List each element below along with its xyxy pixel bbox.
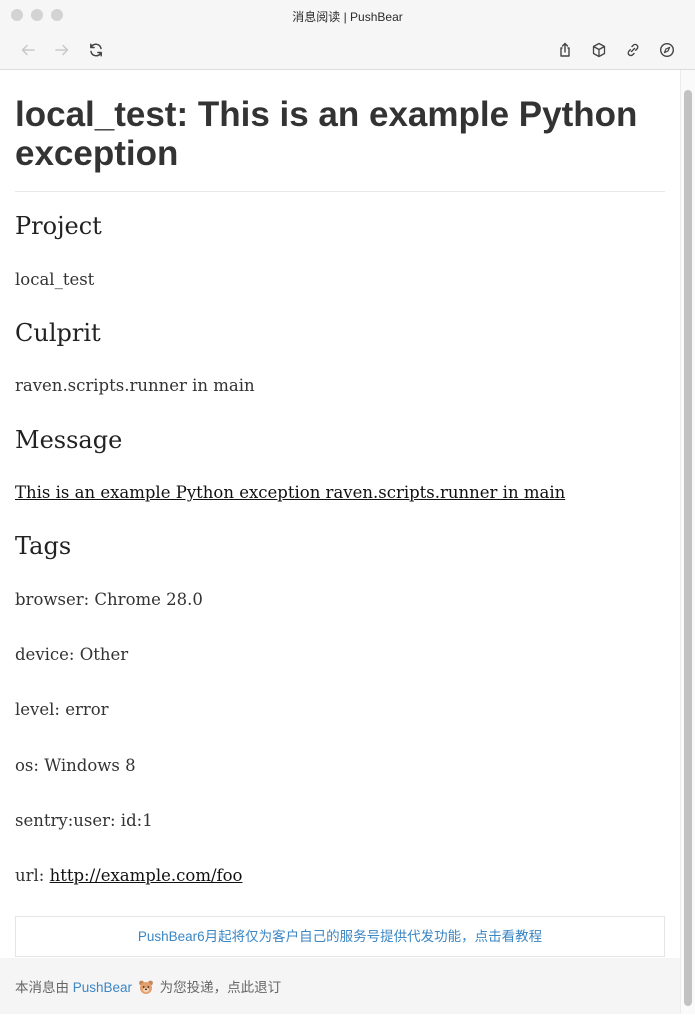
article: local_test: This is an example Python ex…	[15, 70, 665, 885]
tag-url-link[interactable]: http://example.com/foo	[50, 866, 243, 885]
article-title: local_test: This is an example Python ex…	[15, 70, 665, 192]
tag-item: sentry:user: id:1	[15, 811, 153, 830]
link-icon[interactable]	[623, 40, 643, 60]
message-link[interactable]: This is an example Python exception rave…	[15, 483, 565, 502]
scrollbar[interactable]	[680, 70, 695, 1014]
reload-icon[interactable]	[86, 40, 106, 60]
bear-icon	[138, 961, 154, 994]
tutorial-notice-link[interactable]: PushBear6月起将仅为客户自己的服务号提供代发功能，点击看教程	[15, 916, 665, 957]
window-titlebar: 消息阅读 | PushBear	[0, 0, 695, 70]
tag-url-item: url: http://example.com/foo	[15, 866, 243, 885]
share-icon[interactable]	[555, 40, 575, 60]
tag-item: browser: Chrome 28.0	[15, 590, 203, 609]
tags-heading: Tags	[15, 532, 72, 560]
message-heading: Message	[15, 426, 123, 454]
culprit-value: raven.scripts.runner in main	[15, 376, 255, 395]
pushbear-link[interactable]: PushBear	[73, 980, 132, 995]
tag-item: os: Windows 8	[15, 756, 136, 775]
culprit-heading: Culprit	[15, 319, 101, 347]
tag-url-label: url:	[15, 866, 50, 885]
arrow-left-icon[interactable]	[18, 40, 38, 60]
footer-prefix: 本消息由	[15, 980, 69, 995]
project-value: local_test	[15, 270, 95, 289]
compass-icon[interactable]	[657, 40, 677, 60]
scrollbar-thumb[interactable]	[684, 90, 692, 1006]
box-icon[interactable]	[589, 40, 609, 60]
window-title: 消息阅读 | PushBear	[292, 10, 403, 24]
footer: 本消息由 PushBear 为您投递，点此退订	[0, 958, 680, 1014]
project-heading: Project	[15, 212, 102, 240]
tag-item: level: error	[15, 700, 109, 719]
unsubscribe-link[interactable]: 为您投递，点此退订	[160, 980, 282, 995]
message-paragraph: This is an example Python exception rave…	[15, 483, 565, 502]
tag-item: device: Other	[15, 645, 129, 664]
arrow-right-icon[interactable]	[52, 40, 72, 60]
